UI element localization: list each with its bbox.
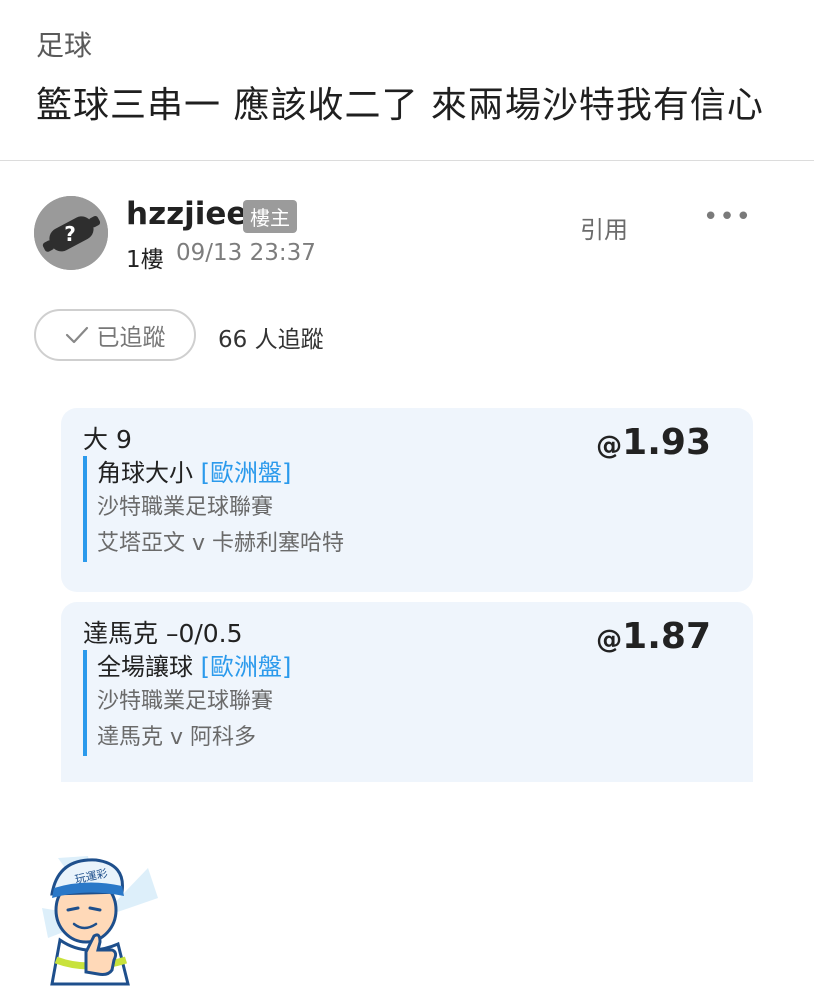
sticker-text: 讚 — [121, 915, 155, 955]
market-tag: [歐洲盤] — [200, 653, 292, 681]
bet-odds: @1.93 — [596, 422, 711, 463]
bet-card[interactable]: 達馬克 –0/0.5 @1.87 全場讓球 [歐洲盤] 沙特職業足球聯賽 達馬克… — [61, 602, 753, 782]
market-name: 全場讓球 — [97, 653, 193, 681]
odds-value: 1.93 — [622, 422, 711, 463]
bet-detail: 角球大小 [歐洲盤] 沙特職業足球聯賽 艾塔亞文 v 卡赫利塞哈特 — [83, 456, 344, 562]
bet-odds: @1.87 — [596, 616, 711, 657]
avatar[interactable]: ? — [34, 196, 108, 270]
post-title: 籃球三串一 應該收二了 來兩場沙特我有信心 — [36, 85, 764, 126]
bet-match: 達馬克 v 阿科多 — [97, 725, 257, 750]
bet-detail: 全場讓球 [歐洲盤] 沙特職業足球聯賽 達馬克 v 阿科多 — [83, 650, 291, 756]
bet-league: 沙特職業足球聯賽 — [97, 495, 274, 520]
odds-prefix: @ — [596, 625, 623, 655]
default-avatar-icon: ? — [34, 196, 108, 270]
divider — [0, 160, 814, 161]
check-icon — [65, 326, 88, 344]
author-name[interactable]: hzzjiee — [126, 196, 247, 232]
more-options-icon[interactable]: ••• — [703, 202, 752, 232]
thumbs-up-sticker-icon: 玩運彩 讚 — [42, 856, 158, 986]
quote-button[interactable]: 引用 — [580, 210, 628, 245]
svg-text:?: ? — [64, 222, 76, 246]
bet-pick: 大 9 — [83, 425, 132, 454]
odds-value: 1.87 — [622, 616, 711, 657]
bet-match: 艾塔亞文 v 卡赫利塞哈特 — [97, 531, 345, 556]
floor-number: 1樓 — [126, 247, 164, 273]
bet-market: 全場讓球 [歐洲盤] — [97, 650, 291, 684]
post-time: 09/13 23:37 — [176, 240, 316, 266]
bet-league: 沙特職業足球聯賽 — [97, 689, 274, 714]
post-page: 足球 籃球三串一 應該收二了 來兩場沙特我有信心 ? hzzjiee 樓主 1樓… — [0, 0, 814, 1000]
op-badge: 樓主 — [243, 200, 297, 233]
follower-count: 66 人追蹤 — [218, 327, 324, 353]
forum-category[interactable]: 足球 — [36, 24, 92, 64]
odds-prefix: @ — [596, 431, 623, 461]
follow-label: 已追蹤 — [96, 325, 166, 351]
market-tag: [歐洲盤] — [200, 459, 292, 487]
bet-market: 角球大小 [歐洲盤] — [97, 456, 344, 490]
bet-card[interactable]: 大 9 @1.93 角球大小 [歐洲盤] 沙特職業足球聯賽 艾塔亞文 v 卡赫利… — [61, 408, 753, 592]
bet-pick: 達馬克 –0/0.5 — [83, 619, 243, 648]
follow-button[interactable]: 已追蹤 — [34, 309, 196, 361]
market-name: 角球大小 — [97, 459, 193, 487]
